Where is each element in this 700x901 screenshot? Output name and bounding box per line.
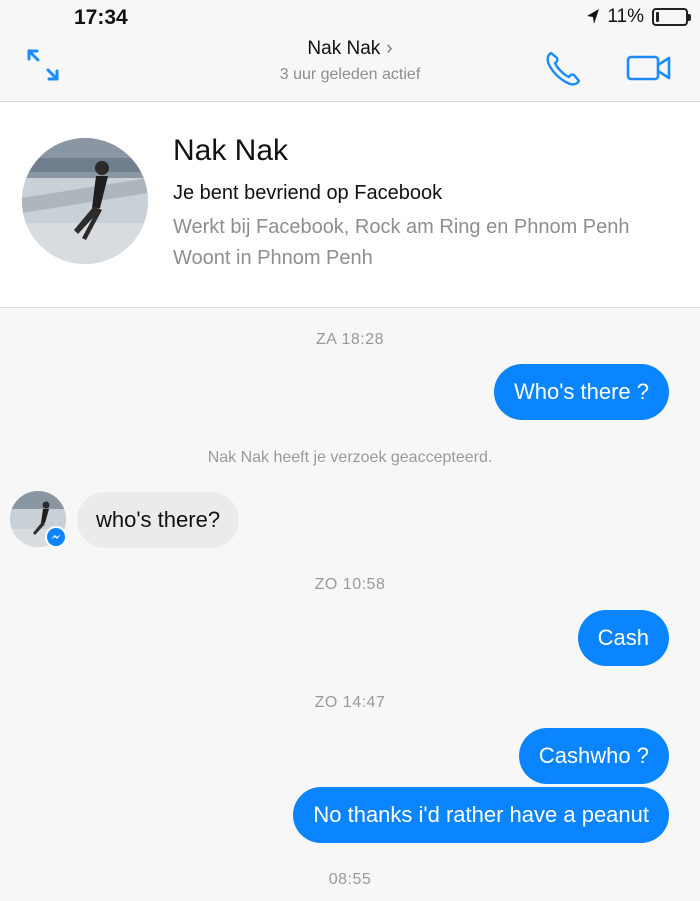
- work-info: Werkt bij Facebook, Rock am Ring en Phno…: [173, 216, 630, 238]
- outgoing-message[interactable]: Cashwho ?: [518, 728, 669, 784]
- battery-level: [656, 12, 659, 22]
- status-time: 17:34: [74, 6, 128, 29]
- contact-name-row[interactable]: Nak Nak ›: [200, 38, 500, 60]
- last-active: 3 uur geleden actief: [279, 66, 421, 83]
- outgoing-message[interactable]: Who's there ?: [493, 364, 669, 420]
- battery-icon: [652, 8, 691, 26]
- status-bar: 17:34 11%: [0, 0, 700, 34]
- system-message: Nak Nak heeft je verzoek geaccepteerd.: [207, 449, 493, 466]
- timestamp: ZO 14:47: [314, 694, 386, 711]
- outgoing-message[interactable]: Cash: [577, 610, 669, 666]
- messenger-badge-icon: [45, 526, 67, 548]
- profile-avatar[interactable]: [22, 138, 148, 264]
- status-right: 11%: [585, 6, 691, 28]
- timestamp: ZA 18:28: [315, 331, 385, 348]
- timestamp: 08:55: [328, 871, 372, 888]
- incoming-message[interactable]: who's there?: [77, 492, 240, 548]
- contact-name: Nak Nak: [307, 38, 381, 59]
- avatar-photo: [22, 138, 148, 264]
- profile-name: Nak Nak: [173, 134, 289, 167]
- contact-title[interactable]: Nak Nak › 3 uur geleden actief: [200, 38, 500, 84]
- friend-status: Je bent bevriend op Facebook: [173, 182, 443, 204]
- video-camera-icon[interactable]: [626, 52, 672, 84]
- timestamp: ZO 10:58: [314, 576, 386, 593]
- chevron-right-icon: ›: [386, 38, 393, 59]
- battery-percentage: 11%: [607, 6, 644, 27]
- home-info: Woont in Phnom Penh: [173, 247, 373, 269]
- profile-card: Nak Nak Je bent bevriend op Facebook Wer…: [0, 102, 700, 308]
- location-arrow-icon: [587, 9, 600, 24]
- outgoing-message[interactable]: No thanks i'd rather have a peanut: [293, 787, 669, 843]
- conversation-header: Nak Nak › 3 uur geleden actief: [0, 34, 700, 102]
- phone-icon[interactable]: [542, 48, 584, 90]
- expand-icon[interactable]: [24, 46, 62, 84]
